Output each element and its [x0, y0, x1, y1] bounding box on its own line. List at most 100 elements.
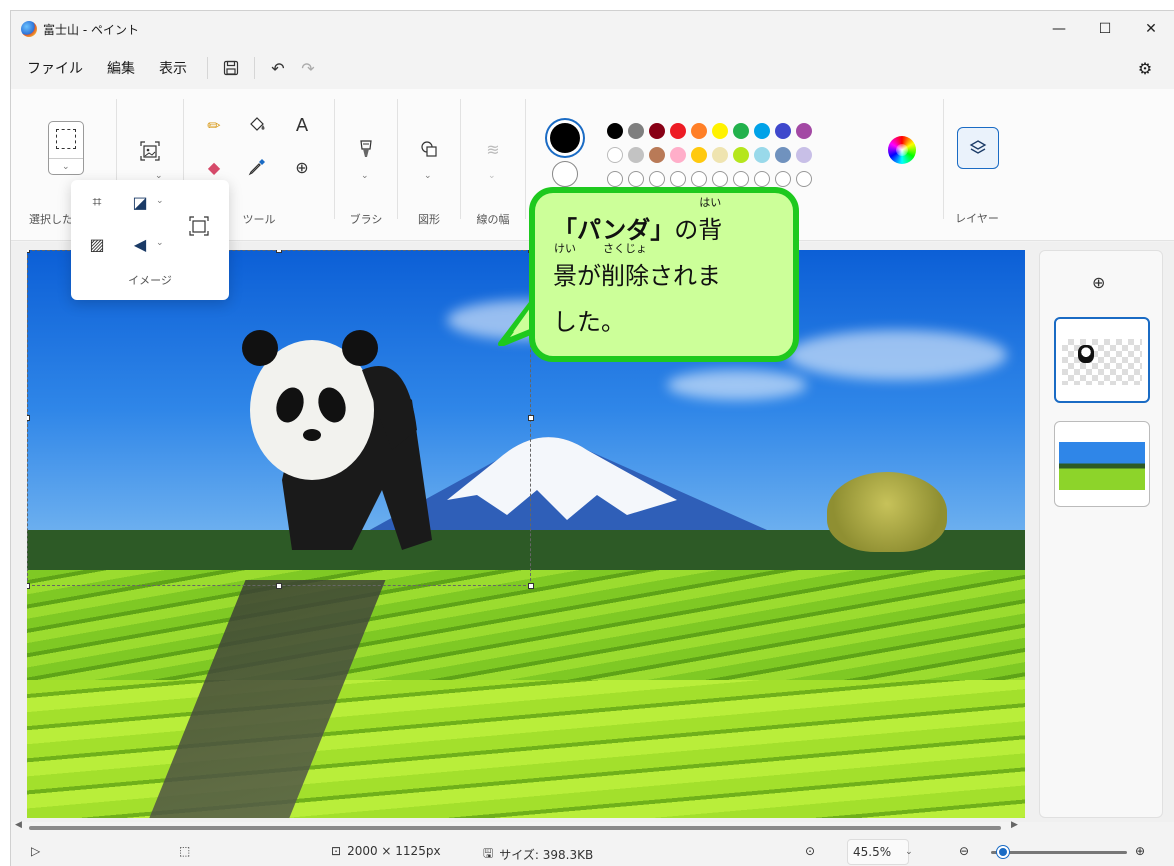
layer-thumbnail-panda[interactable]	[1054, 317, 1150, 403]
brush-icon[interactable]	[352, 135, 380, 163]
zoom-out-icon[interactable]: ⊖	[959, 844, 969, 858]
horizontal-scrollbar[interactable]: ◀ ▶	[11, 820, 1031, 834]
chevron-down-icon[interactable]: ⌄	[488, 171, 496, 181]
primary-color-swatch[interactable]	[550, 123, 580, 153]
color-swatch[interactable]	[670, 147, 686, 163]
add-layer-icon[interactable]: ⊕	[1092, 273, 1105, 292]
color-swatch[interactable]	[775, 147, 791, 163]
fit-to-window-icon[interactable]: ⊙	[805, 844, 815, 858]
stroke-width-icon[interactable]: ≋	[479, 135, 507, 163]
instruction-callout: 「パンダ」の背 はい 景けい が削除 さくじょ されま した。	[529, 187, 799, 362]
chevron-down-icon[interactable]: ⌄	[156, 196, 164, 206]
layer-thumbnail-background[interactable]	[1054, 421, 1150, 507]
undo-icon[interactable]: ↶	[263, 53, 293, 83]
custom-color-swatch[interactable]	[670, 171, 686, 187]
brushes-group: ⌄ ブラシ	[335, 89, 397, 241]
shapes-group-label: 図形	[418, 213, 440, 226]
secondary-color-swatch[interactable]	[552, 161, 578, 187]
menu-file[interactable]: ファイル	[15, 53, 95, 83]
color-swatch[interactable]	[628, 147, 644, 163]
custom-color-swatch[interactable]	[775, 171, 791, 187]
color-swatch[interactable]	[796, 147, 812, 163]
custom-color-swatch[interactable]	[733, 171, 749, 187]
selection-box[interactable]	[27, 250, 531, 586]
crop-icon[interactable]: ⌗	[83, 188, 111, 216]
redo-icon[interactable]: ↷	[293, 53, 323, 83]
layers-icon[interactable]	[957, 127, 999, 169]
pencil-icon[interactable]: ✏	[200, 111, 228, 139]
layers-group-label: レイヤー	[955, 212, 999, 225]
close-button[interactable]: ✕	[1128, 11, 1174, 47]
custom-color-swatch[interactable]	[628, 171, 644, 187]
color-picker-icon[interactable]	[243, 153, 271, 181]
save-icon[interactable]	[216, 53, 246, 83]
color-swatch[interactable]	[691, 147, 707, 163]
rotate-icon[interactable]: ◪	[126, 188, 154, 216]
color-swatch[interactable]	[754, 147, 770, 163]
color-swatch[interactable]	[649, 123, 665, 139]
fill-bucket-icon[interactable]	[243, 111, 271, 139]
selection-handle[interactable]	[276, 250, 282, 253]
selection-handle[interactable]	[27, 415, 30, 421]
color-swatch[interactable]	[691, 123, 707, 139]
zoom-in-icon[interactable]: ⊕	[1135, 844, 1145, 858]
selection-handle[interactable]	[27, 250, 30, 253]
panda-thumbnail	[1078, 345, 1094, 363]
color-swatch[interactable]	[796, 123, 812, 139]
settings-gear-icon[interactable]: ⚙	[1130, 53, 1160, 83]
chevron-down-icon[interactable]: ⌄	[62, 162, 70, 172]
color-swatch[interactable]	[733, 147, 749, 163]
color-swatch[interactable]	[649, 147, 665, 163]
flip-icon[interactable]: ◀	[126, 230, 154, 258]
maximize-button[interactable]: ☐	[1082, 11, 1128, 47]
scroll-right-icon[interactable]: ▶	[1011, 820, 1018, 830]
color-swatch[interactable]	[607, 147, 623, 163]
canvas-dimensions: 2000 × 1125px	[347, 844, 441, 858]
color-swatch[interactable]	[607, 123, 623, 139]
file-size: サイズ: 398.3KB	[499, 848, 594, 862]
color-swatch[interactable]	[628, 123, 644, 139]
shapes-icon[interactable]	[415, 135, 443, 163]
resize-image-icon[interactable]	[185, 212, 213, 240]
paint-window: 富士山 - ペイント — ☐ ✕ ファイル 編集 表示 ↶ ↷ ⚙ ⌄ 選択した	[10, 10, 1174, 866]
menu-edit[interactable]: 編集	[95, 53, 147, 83]
magnifier-icon[interactable]: ⊕	[288, 153, 316, 181]
selection-handle[interactable]	[528, 415, 534, 421]
selection-handle[interactable]	[27, 583, 30, 589]
color-swatch[interactable]	[712, 123, 728, 139]
custom-color-swatch[interactable]	[691, 171, 707, 187]
custom-color-swatch[interactable]	[796, 171, 812, 187]
remove-background-icon[interactable]: ▨	[83, 230, 111, 258]
color-swatch[interactable]	[754, 123, 770, 139]
selection-handle[interactable]	[528, 583, 534, 589]
cursor-position-icon: ▷	[31, 844, 41, 858]
zoom-select[interactable]: 45.5% ⌄	[847, 839, 913, 865]
custom-color-swatch[interactable]	[754, 171, 770, 187]
menu-separator	[254, 57, 255, 79]
selection-handle[interactable]	[276, 583, 282, 589]
chevron-down-icon[interactable]: ⌄	[424, 171, 432, 181]
selection-rectangle-icon	[56, 129, 76, 149]
custom-color-swatch[interactable]	[607, 171, 623, 187]
paint-app-icon	[21, 21, 37, 37]
zoom-slider-thumb[interactable]	[997, 846, 1010, 858]
color-swatch[interactable]	[670, 123, 686, 139]
menu-bar: ファイル 編集 表示 ↶ ↷ ⚙	[11, 47, 1174, 89]
resize-image-icon[interactable]	[136, 137, 164, 165]
custom-color-swatch[interactable]	[649, 171, 665, 187]
text-icon[interactable]: A	[288, 111, 316, 139]
edit-colors-icon[interactable]	[888, 136, 916, 164]
chevron-down-icon[interactable]: ⌄	[156, 238, 164, 248]
menu-view[interactable]: 表示	[147, 53, 199, 83]
color-swatch[interactable]	[733, 123, 749, 139]
eraser-icon[interactable]: ◆	[200, 153, 228, 181]
minimize-button[interactable]: —	[1036, 11, 1082, 47]
color-swatch[interactable]	[775, 123, 791, 139]
chevron-down-icon[interactable]: ⌄	[361, 171, 369, 181]
select-button[interactable]: ⌄	[48, 121, 84, 175]
custom-color-swatch[interactable]	[712, 171, 728, 187]
scroll-thumb[interactable]	[29, 826, 1001, 830]
zoom-slider[interactable]	[991, 851, 1127, 854]
scroll-left-icon[interactable]: ◀	[15, 820, 22, 830]
color-swatch[interactable]	[712, 147, 728, 163]
